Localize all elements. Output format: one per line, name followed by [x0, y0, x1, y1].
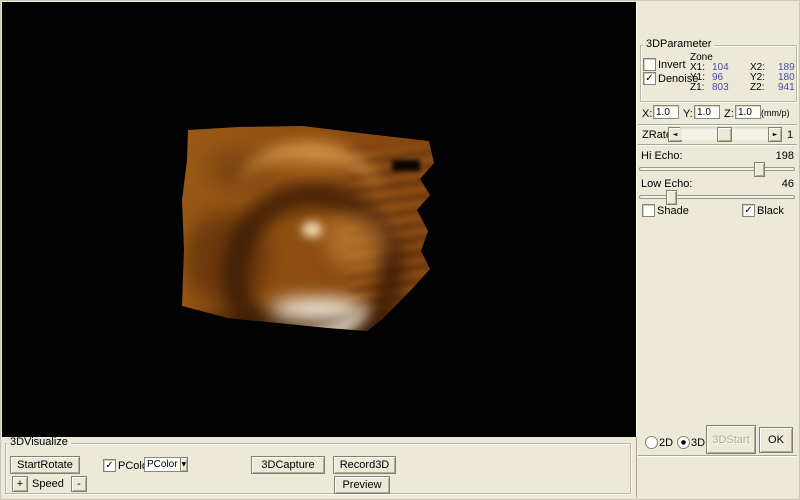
scale-x-input[interactable] [653, 105, 679, 119]
ok-button[interactable]: OK [759, 427, 793, 453]
separator-line [638, 124, 797, 126]
denoise-checkbox[interactable]: ✓ [643, 72, 656, 85]
zrate-value: 1 [787, 129, 793, 141]
speed-minus-button[interactable]: - [71, 476, 87, 492]
3dstart-button[interactable]: 3DStart [706, 425, 756, 454]
black-check-mark: ✓ [744, 206, 752, 215]
hi-echo-label: Hi Echo: [641, 150, 683, 162]
scale-y-input[interactable] [694, 105, 720, 119]
black-label: Black [757, 205, 784, 217]
visualize-group-title: 3DVisualize [7, 437, 71, 448]
pcolor-check-mark: ✓ [105, 461, 113, 470]
3dcapture-button[interactable]: 3DCapture [251, 456, 325, 474]
ultrasound-bright-spot [302, 222, 322, 237]
zone-z2-value: 941 [778, 83, 800, 93]
record3d-button[interactable]: Record3D [333, 456, 396, 474]
scroll-right-icon: ► [773, 131, 778, 138]
denoise-check-mark: ✓ [645, 74, 653, 83]
ultrasound-light-patch [326, 214, 388, 272]
shade-checkbox[interactable] [642, 204, 655, 217]
low-echo-slider[interactable] [639, 190, 795, 203]
separator-line [638, 455, 797, 457]
scale-z-input[interactable] [735, 105, 761, 119]
hi-echo-slider-thumb[interactable] [754, 162, 765, 177]
mode-3d-radio[interactable]: ● [677, 436, 690, 449]
scale-x-label: X: [642, 108, 652, 120]
zone-z2-label: Z2: [750, 83, 778, 93]
zone-z1-value: 803 [712, 83, 750, 93]
separator-line [638, 144, 797, 146]
zrate-scroll-right-button[interactable]: ► [768, 127, 782, 142]
zone-z1-label: Z1: [690, 83, 712, 93]
zone-values-grid: X1: 104 X2: 189 Y1: 96 Y2: 180 Z1: 803 Z… [690, 63, 800, 93]
invert-label: Invert [658, 59, 686, 71]
mode-2d-label: 2D [659, 437, 673, 449]
zrate-scroll-track[interactable] [680, 127, 770, 140]
render-viewport[interactable] [2, 2, 636, 437]
zrate-scrollbar[interactable]: ◄ ► [668, 127, 782, 140]
hi-echo-slider-track[interactable] [639, 167, 795, 171]
parameter-panel: 3DParameter Invert ✓ Denoise Zone X1: 10… [636, 2, 799, 498]
mode-3d-label: 3D [691, 437, 705, 449]
black-checkbox[interactable]: ✓ [742, 204, 755, 217]
start-rotate-button[interactable]: StartRotate [10, 456, 80, 474]
scale-y-label: Y: [683, 108, 693, 120]
mode-2d-radio[interactable] [645, 436, 658, 449]
parameter-group-title: 3DParameter [643, 39, 714, 50]
pcolor-dropdown[interactable]: PColor ▼ [144, 457, 188, 472]
zrate-scroll-thumb[interactable] [717, 127, 732, 142]
low-echo-slider-thumb[interactable] [666, 190, 677, 205]
speed-label: Speed [32, 478, 64, 490]
invert-checkbox[interactable] [643, 58, 656, 71]
ultrasound-dark-notch [392, 160, 420, 171]
scale-unit-label: (mm/p) [761, 108, 790, 118]
hi-echo-slider[interactable] [639, 162, 795, 175]
scale-z-label: Z: [724, 108, 734, 120]
ultrasound-glow-core [270, 298, 365, 320]
low-echo-label: Low Echo: [641, 178, 692, 190]
chevron-down-icon: ▼ [181, 461, 186, 468]
pcolor-dropdown-button[interactable]: ▼ [180, 457, 188, 472]
preview-button[interactable]: Preview [334, 476, 390, 494]
low-echo-slider-track[interactable] [639, 195, 795, 199]
visualize-panel: 3DVisualize StartRotate + Speed - ✓ PCol… [2, 437, 637, 498]
hi-echo-value: 198 [770, 150, 794, 162]
pcolor-checkbox[interactable]: ✓ [103, 459, 116, 472]
low-echo-value: 46 [770, 178, 794, 190]
pcolor-dropdown-value: PColor [144, 457, 180, 472]
shade-label: Shade [657, 205, 689, 217]
speed-plus-button[interactable]: + [12, 476, 28, 492]
ultrasound-volume-render[interactable] [178, 122, 438, 336]
mode-3d-radio-dot: ● [681, 440, 686, 446]
app-window: 3DParameter Invert ✓ Denoise Zone X1: 10… [0, 0, 800, 500]
scroll-left-icon: ◄ [673, 131, 678, 138]
